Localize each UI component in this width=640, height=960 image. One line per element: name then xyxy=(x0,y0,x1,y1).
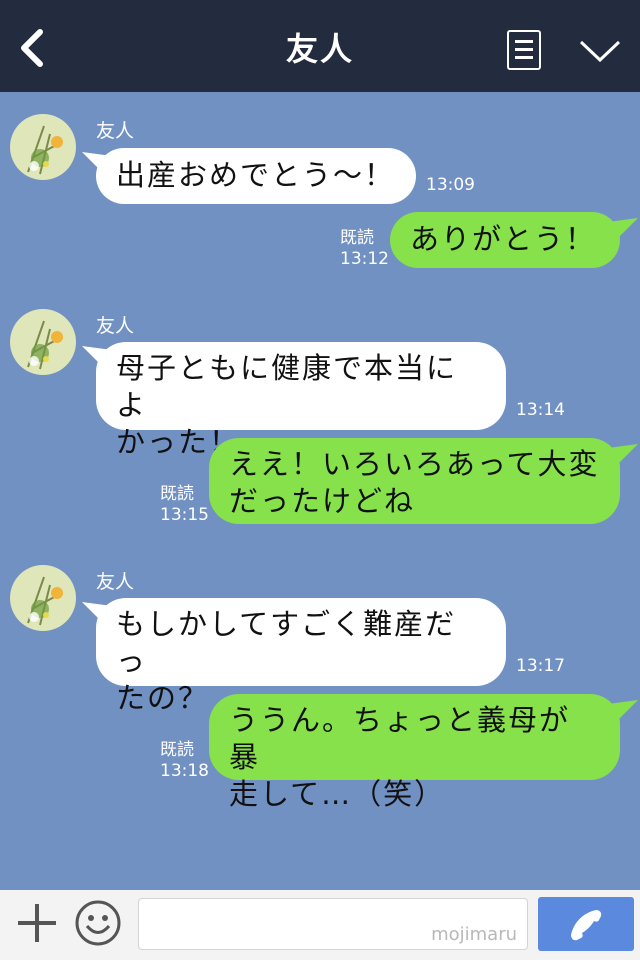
message-bubble-outgoing[interactable]: ええ！いろいろあって大変 だったけどね xyxy=(209,438,620,524)
avatar[interactable] xyxy=(10,114,76,180)
message-time: 13:12 xyxy=(340,249,389,269)
message-text: 出産おめでとう〜！ xyxy=(116,158,396,192)
sender-name: 友人 xyxy=(96,120,135,142)
chevron-down-icon[interactable] xyxy=(578,38,622,64)
smiley-icon[interactable] xyxy=(74,899,122,947)
message-time: 13:17 xyxy=(516,656,565,676)
read-label: 既読 xyxy=(160,484,194,504)
message-text-line: 走して…（笑） xyxy=(229,777,446,811)
read-receipt: 既読 13:18 xyxy=(160,740,209,782)
message-text-line: 母子ともに健康で本当によ xyxy=(116,351,458,422)
message-bubble-incoming[interactable]: 母子ともに健康で本当によ かった！ xyxy=(96,342,506,459)
sender-name: 友人 xyxy=(96,571,135,593)
chat-header: 友人 xyxy=(0,0,640,92)
message-text-line: ううん。ちょっと義母が暴 xyxy=(229,703,571,774)
read-receipt: 既読 13:15 xyxy=(160,484,209,526)
read-label: 既読 xyxy=(160,740,194,760)
message-bubble-outgoing[interactable]: ありがとう！ xyxy=(390,212,620,268)
message-input[interactable]: mojimaru xyxy=(138,898,528,950)
plus-icon[interactable] xyxy=(16,902,58,944)
message-bubble-outgoing[interactable]: ううん。ちょっと義母が暴 走して…（笑） xyxy=(209,694,620,811)
read-receipt: 既読 13:12 xyxy=(340,228,389,270)
chat-title: 友人 xyxy=(285,30,354,68)
avatar[interactable] xyxy=(10,309,76,375)
phone-icon xyxy=(571,910,602,941)
message-text-line: ええ！いろいろあって大変 xyxy=(229,447,600,481)
message-text-line: もしかしてすごく難産だっ xyxy=(116,607,457,678)
message-time: 13:18 xyxy=(160,761,209,781)
message-text: ありがとう！ xyxy=(410,222,597,256)
message-time: 13:14 xyxy=(516,400,565,420)
call-button[interactable] xyxy=(538,897,634,951)
read-label: 既読 xyxy=(340,228,374,248)
message-text-line: だったけどね xyxy=(229,484,416,518)
message-bubble-incoming[interactable]: 出産おめでとう〜！ xyxy=(96,148,416,204)
watermark: mojimaru xyxy=(431,924,517,945)
message-time: 13:15 xyxy=(160,505,209,525)
message-bubble-incoming[interactable]: もしかしてすごく難産だっ たの？ xyxy=(96,598,506,715)
message-time: 13:09 xyxy=(426,175,475,195)
menu-list-icon[interactable] xyxy=(507,30,541,70)
avatar[interactable] xyxy=(10,565,76,631)
sender-name: 友人 xyxy=(96,315,135,337)
